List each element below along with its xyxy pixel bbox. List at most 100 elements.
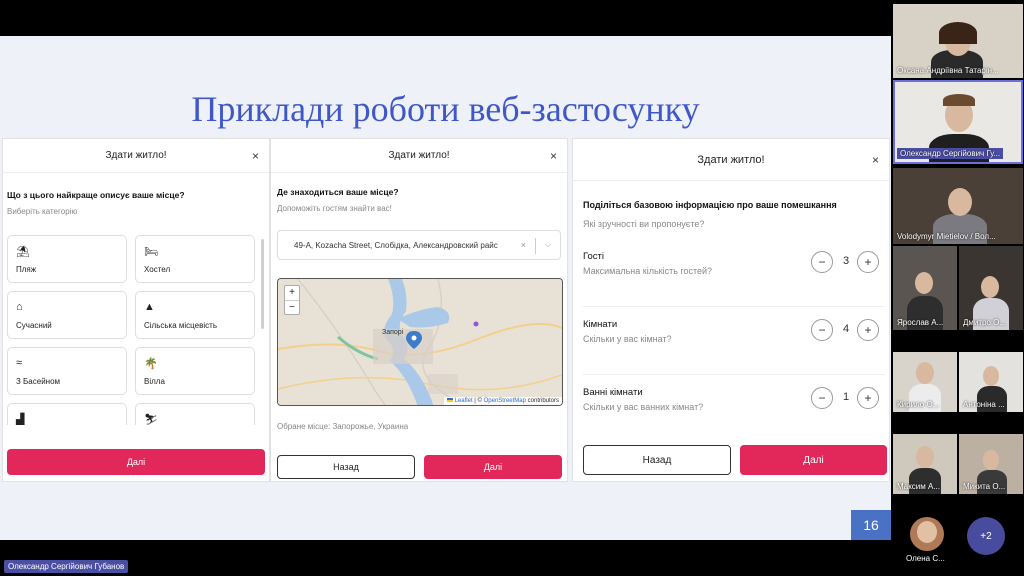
leaflet-link[interactable]: Leaflet	[455, 398, 473, 404]
guests-row: Гості Максимальна кількість гостей? − 3 …	[583, 239, 885, 307]
participant-name: Микита О...	[963, 482, 1006, 491]
location-modal: Здати житло! × Де знаходиться ваше місце…	[270, 138, 568, 482]
guests-stepper: − 3 +	[811, 251, 881, 275]
category-label: Вілла	[144, 377, 165, 386]
participant-tile-active[interactable]: Олександр Сергійович Гу...	[893, 80, 1023, 164]
participant-tile[interactable]: Кирило О...	[893, 352, 957, 412]
question-text: Де знаходиться ваше місце?	[277, 187, 399, 197]
row-title: Кімнати	[583, 319, 618, 330]
select-separator	[535, 238, 536, 254]
minus-button[interactable]: −	[811, 251, 833, 273]
flag-icon	[446, 398, 453, 402]
close-icon[interactable]: ×	[252, 149, 259, 163]
clear-icon[interactable]: ×	[521, 240, 526, 250]
next-button[interactable]: Далі	[7, 449, 265, 475]
participant-tile[interactable]: Volodymyr Mietielov / Вол...	[893, 168, 1023, 244]
participant-tile[interactable]: Дмитро О...	[959, 246, 1023, 330]
plus-button[interactable]: +	[857, 319, 879, 341]
participant-name: Максим А...	[897, 482, 940, 491]
category-hostel[interactable]: 🛏 Хостел	[135, 235, 255, 283]
stepper-value: 4	[842, 323, 850, 335]
attribution-text: contributors	[527, 398, 559, 404]
modal-header: Здати житло! ×	[271, 139, 567, 173]
modal-header: Здати житло! ×	[573, 139, 889, 181]
modal-title: Здати житло!	[388, 150, 450, 161]
participant-tile[interactable]: Ярослав А...	[893, 246, 957, 330]
row-desc: Максимальна кількість гостей?	[583, 266, 713, 276]
next-button[interactable]: Далі	[424, 455, 562, 479]
participant-name: Volodymyr Mietielov / Вол...	[897, 232, 996, 241]
map-city-label: Запорі	[382, 329, 404, 336]
row-desc: Скільки у вас ванних кімнат?	[583, 402, 704, 412]
category-villa[interactable]: 🌴 Вілла	[135, 347, 255, 395]
participant-name: Олександр Сергійович Гу...	[897, 148, 1004, 159]
address-select[interactable]: 49-А, Kozacha Street, Слобідка, Александ…	[277, 230, 561, 260]
rooms-row: Кімнати Скільки у вас кімнат? − 4 +	[583, 307, 885, 375]
close-icon[interactable]: ×	[550, 149, 557, 163]
close-icon[interactable]: ×	[872, 153, 879, 167]
address-value: 49-А, Kozacha Street, Слобідка, Александ…	[294, 240, 498, 250]
minus-button[interactable]: −	[811, 387, 833, 409]
next-button[interactable]: Далі	[740, 445, 887, 475]
info-modal: Здати житло! × Поділіться базовою інформ…	[572, 138, 890, 482]
participant-name: Антоніна ...	[963, 400, 1005, 409]
bathrooms-stepper: − 1 +	[811, 387, 881, 411]
location-map[interactable]: Запорі + − Leaflet | © OpenStreetMap con…	[277, 278, 563, 406]
umbrella-icon: ⛱	[16, 246, 30, 258]
pool-icon: ≈	[16, 357, 23, 369]
selected-place: Обране місце: Запорожье, Украина	[277, 422, 409, 431]
palm-island-icon: 🌴	[144, 358, 158, 370]
category-pool[interactable]: ≈ З Басейном	[7, 347, 127, 395]
modal-header: Здати житло! ×	[3, 139, 269, 173]
question-subtitle: Допоможіть гостям знайти вас!	[277, 204, 392, 213]
question-subtitle: Які зручності ви пропонуєте?	[583, 219, 705, 229]
map-tiles	[278, 279, 562, 405]
question-text: Що з цього найкраще описує ваше місце?	[7, 190, 185, 200]
category-countryside[interactable]: ▲ Сільська місцевість	[135, 291, 255, 339]
minus-button[interactable]: −	[811, 319, 833, 341]
more-participants-button[interactable]: +2	[967, 517, 1005, 555]
back-button[interactable]: Назад	[583, 445, 731, 475]
question-subtitle: Виберіть категорію	[7, 207, 78, 216]
osm-link[interactable]: OpenStreetMap	[484, 398, 526, 404]
category-label: Сучасний	[16, 321, 52, 330]
mountain-icon: ▲	[144, 301, 155, 313]
category-modal: Здати житло! × Що з цього найкраще опису…	[2, 138, 270, 482]
house-icon: ⌂	[16, 301, 23, 313]
back-button[interactable]: Назад	[277, 455, 415, 479]
question-text: Поділіться базовою інформацією про ваше …	[583, 200, 837, 210]
stepper-value: 1	[842, 391, 850, 403]
category-beach[interactable]: ⛱ Пляж	[7, 235, 127, 283]
avatar	[910, 517, 944, 551]
zoom-in-button[interactable]: +	[285, 286, 299, 301]
row-desc: Скільки у вас кімнат?	[583, 334, 672, 344]
participant-name: Кирило О...	[897, 400, 940, 409]
participant-tile[interactable]: Олена С...	[905, 515, 949, 563]
rooms-stepper: − 4 +	[811, 319, 881, 343]
participant-tile[interactable]: Антоніна ...	[959, 352, 1023, 412]
chevron-down-icon[interactable]: ⌵	[545, 240, 551, 250]
category-label: Сільська місцевість	[144, 321, 217, 330]
participant-tile[interactable]: Микита О...	[959, 434, 1023, 494]
row-title: Ванні кімнати	[583, 387, 643, 398]
category-label: Пляж	[16, 265, 37, 274]
plus-button[interactable]: +	[857, 387, 879, 409]
participant-tile[interactable]: Оксана Андріївна Татарін...	[893, 4, 1023, 78]
slide-page-number: 16	[851, 510, 891, 540]
participant-name: Олена С...	[906, 554, 945, 563]
participant-tile[interactable]: Максим А...	[893, 434, 957, 494]
zoom-out-button[interactable]: −	[285, 301, 299, 315]
plus-button[interactable]: +	[857, 251, 879, 273]
map-attribution: Leaflet | © OpenStreetMap contributors	[443, 397, 562, 405]
category-label: Хостел	[144, 265, 171, 274]
category-modern[interactable]: ⌂ Сучасний	[7, 291, 127, 339]
modal-title: Здати житло!	[105, 150, 167, 161]
participant-name: Ярослав А...	[897, 318, 944, 327]
bathrooms-row: Ванні кімнати Скільки у вас ванних кімна…	[583, 375, 885, 443]
category-label: З Басейном	[16, 377, 61, 386]
active-speaker-label: Олександр Сергійович Губанов	[4, 560, 129, 573]
stepper-value: 3	[842, 255, 850, 267]
category-scrollbar[interactable]	[261, 239, 264, 329]
modal-title: Здати житло!	[697, 153, 765, 166]
row-title: Гості	[583, 251, 605, 262]
